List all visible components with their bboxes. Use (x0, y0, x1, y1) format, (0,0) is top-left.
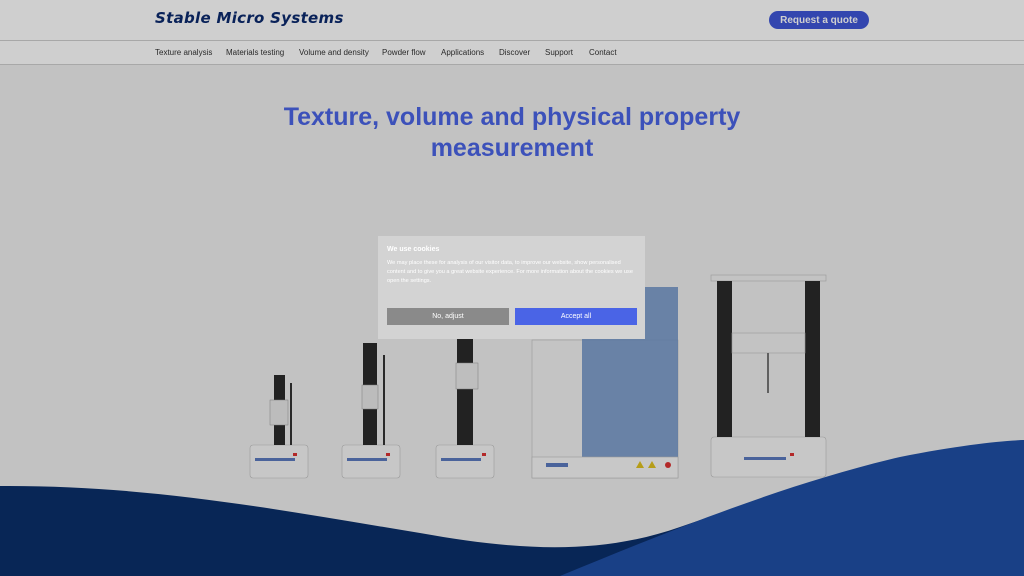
cookie-consent-dialog: We use cookies We may place these for an… (378, 236, 645, 339)
cookie-description: We may place these for analysis of our v… (387, 260, 633, 284)
cookie-adjust-button[interactable]: No, adjust (387, 308, 509, 325)
cookie-accept-button[interactable]: Accept all (515, 308, 637, 325)
cookie-title: We use cookies (387, 246, 440, 253)
